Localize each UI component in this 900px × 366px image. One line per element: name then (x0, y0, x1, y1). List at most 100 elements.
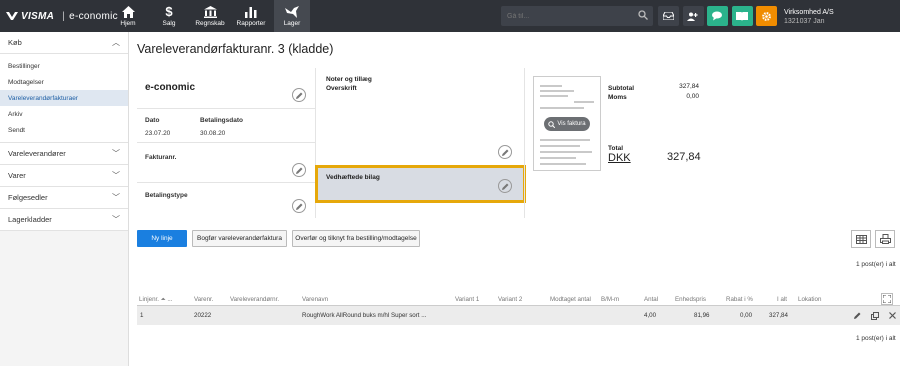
close-icon[interactable] (889, 312, 896, 319)
sidebar-section-folgesedler[interactable]: Følgesedler ﹀ (0, 187, 128, 209)
view-invoice-label: Vis faktura (557, 121, 586, 127)
chevron-down-icon: ﹀ (112, 193, 120, 202)
sidebar-item-sendt[interactable]: Sendt (0, 122, 128, 138)
invoice-number-label: Fakturanr. (145, 154, 177, 161)
copy-icon[interactable] (871, 311, 879, 320)
sidebar-section-lagerkladder[interactable]: Lagerkladder ﹀ (0, 209, 128, 231)
brand-separator: | (62, 10, 66, 22)
nav-salg[interactable]: $ Salg (151, 0, 187, 32)
nav-hjem-label: Hjem (120, 20, 136, 27)
search-box (501, 6, 653, 26)
vat-label: Moms (608, 94, 627, 101)
sidebar: Køb ︿ Bestillinger Modtagelser Varelever… (0, 32, 129, 366)
print-button[interactable] (875, 230, 895, 248)
col-modtaget-antal[interactable]: Modtaget antal (550, 296, 591, 303)
col-varenr[interactable]: Varenr. (194, 296, 214, 303)
users-icon[interactable] (682, 6, 704, 26)
col-linjenr[interactable]: Linjenr. ⏶ ... (139, 296, 173, 304)
col-bm-m[interactable]: B/M-m (601, 296, 619, 303)
main-content: Vareleverandørfakturanr. 3 (kladde) e-co… (137, 32, 900, 366)
transfer-button[interactable]: Overfør og tilknyt fra bestilling/modtag… (292, 230, 420, 247)
record-count-bottom: 1 post(er) i alt (856, 335, 896, 342)
col-i-alt[interactable]: I alt (777, 296, 787, 303)
attachments-panel[interactable]: Vedhæftede bilag (315, 165, 526, 203)
sidebar-section-label: Køb (8, 38, 22, 47)
nav-lager[interactable]: Lager (274, 0, 310, 32)
sidebar-item-bestillinger[interactable]: Bestillinger (0, 58, 128, 74)
table-view-button[interactable] (851, 230, 871, 248)
thumb-line (540, 85, 562, 87)
magnifier-icon (548, 120, 556, 128)
edit-supplier-button[interactable] (292, 88, 306, 102)
nav-hjem[interactable]: Hjem (110, 0, 146, 32)
search-input[interactable] (507, 12, 637, 20)
edit-notes-button[interactable] (498, 145, 512, 159)
home-icon (121, 5, 135, 18)
record-count-top: 1 post(er) i alt (856, 261, 896, 268)
thumb-line (540, 151, 592, 153)
divider (137, 142, 315, 143)
date-label: Dato (145, 117, 160, 124)
table-row[interactable]: 1 20222 RoughWork AllRound buks m/hl Sup… (137, 306, 868, 325)
book-icon[interactable] (731, 6, 753, 26)
inbox-icon[interactable] (658, 6, 679, 26)
due-date-value: 30.08.20 (200, 130, 226, 137)
pencil-icon (501, 149, 508, 156)
total-label: Total (608, 145, 624, 152)
currency-link[interactable]: DKK (608, 152, 631, 164)
nav-regnskab[interactable]: Regnskab (192, 0, 228, 32)
bird-icon (285, 5, 299, 18)
gear-icon[interactable] (756, 6, 777, 26)
col-enhedspris[interactable]: Enhedspris (675, 296, 706, 303)
row-actions (849, 306, 900, 325)
nav-lager-label: Lager (283, 20, 301, 27)
brand-logo[interactable]: VISMA | e-conomic (6, 0, 118, 32)
chevron-down-icon: ﹀ (112, 149, 120, 158)
view-invoice-button[interactable]: Vis faktura (544, 117, 590, 131)
thumb-line (540, 107, 584, 109)
col-variant1[interactable]: Variant 1 (455, 296, 479, 303)
pencil-icon (501, 183, 508, 190)
sidebar-section-varer[interactable]: Varer ﹀ (0, 165, 128, 187)
pencil-icon (295, 92, 302, 99)
col-variant2[interactable]: Variant 2 (498, 296, 522, 303)
book-invoice-button[interactable]: Bogfør vareleverandørfaktura (192, 230, 287, 247)
chevron-up-icon: ︿ (112, 38, 120, 47)
transfer-label: Overfør og tilknyt fra bestilling/modtag… (295, 235, 417, 242)
dollar-icon: $ (165, 4, 173, 19)
col-vareleverandornr[interactable]: Vareleverandørnr. (230, 296, 279, 303)
top-bar: VISMA | e-conomic Hjem $ Salg Regnskab R… (0, 0, 900, 32)
company-user: 1321037 Jan (784, 18, 825, 25)
pencil-icon (295, 167, 302, 174)
cell-rabat: 0,00 (740, 312, 753, 319)
sidebar-section-vareleverandorer[interactable]: Vareleverandører ﹀ (0, 143, 128, 165)
new-line-label: Ny linje (151, 235, 173, 242)
divider (524, 68, 525, 218)
sidebar-section-label: Følgesedler (8, 193, 48, 202)
nav-rapporter[interactable]: Rapporter (233, 0, 269, 32)
new-line-button[interactable]: Ny linje (137, 230, 187, 247)
col-antal[interactable]: Antal (644, 296, 658, 303)
bar-chart-icon (244, 5, 258, 18)
invoice-thumbnail[interactable]: Vis faktura (533, 76, 601, 171)
sidebar-item-vareleverandorfakturaer[interactable]: Vareleverandørfakturaer (0, 90, 128, 106)
col-rabat[interactable]: Rabat i % (726, 296, 753, 303)
sidebar-section-kob[interactable]: Køb ︿ (0, 32, 128, 54)
col-varenavn[interactable]: Varenavn (302, 296, 328, 303)
col-lokation[interactable]: Lokation (798, 296, 821, 303)
pencil-icon (295, 203, 302, 210)
sidebar-item-modtagelser[interactable]: Modtagelser (0, 74, 128, 90)
pencil-icon[interactable] (854, 312, 861, 319)
company-info[interactable]: Virksomhed A/S 1321037 Jan (784, 8, 834, 26)
payment-type-label: Betalingstype (145, 192, 188, 199)
divider (137, 182, 315, 183)
search-icon[interactable] (638, 10, 648, 22)
chat-icon[interactable] (707, 6, 728, 26)
edit-payment-type-button[interactable] (292, 199, 306, 213)
notes-section[interactable]: Noter og tillæg Overskrift (326, 75, 372, 93)
due-date-label: Betalingsdato (200, 117, 243, 124)
sidebar-section-label: Lagerkladder (8, 215, 52, 224)
edit-attachments-button[interactable] (498, 179, 512, 193)
edit-invoice-number-button[interactable] (292, 163, 306, 177)
sidebar-item-arkiv[interactable]: Arkiv (0, 106, 128, 122)
